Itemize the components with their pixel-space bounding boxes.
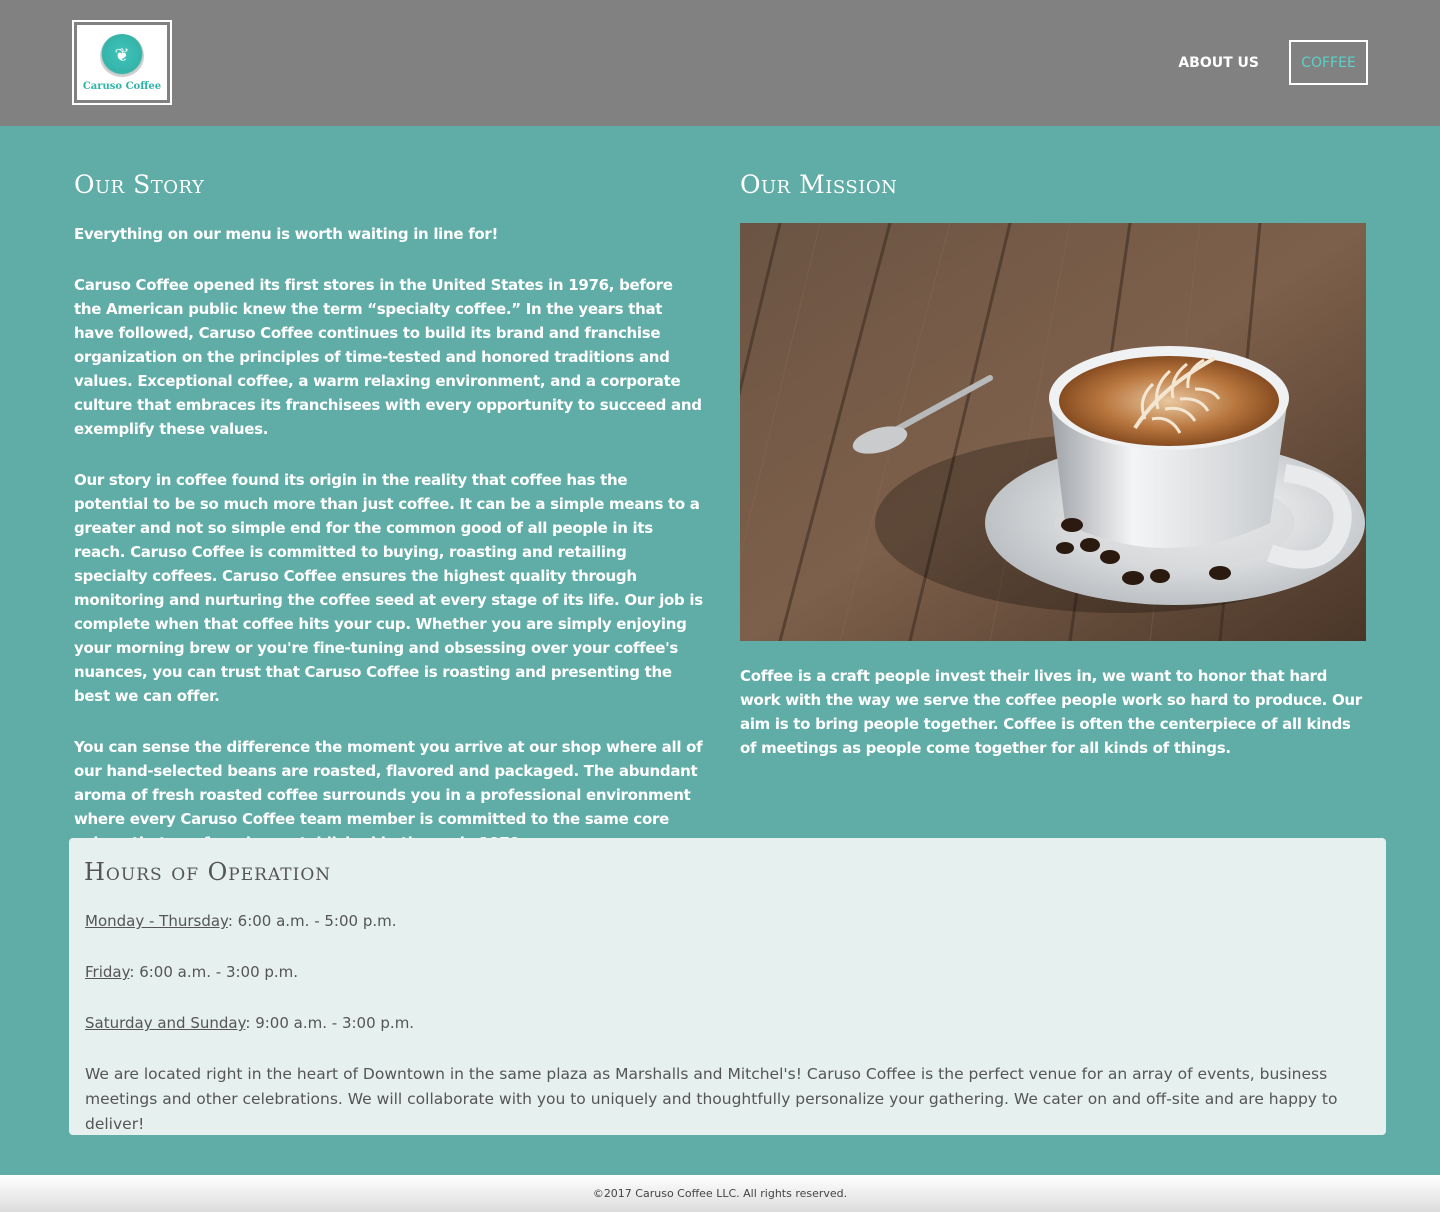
story-paragraph: You can sense the difference the moment … [74,738,703,852]
story-paragraph: Our story in coffee found its origin in … [74,471,703,705]
story-heading: Our Story [74,170,205,199]
hours-day: Friday [85,963,130,981]
hours-day: Monday - Thursday [85,912,228,930]
site-logo[interactable]: ❦ Caruso Coffee [72,20,172,105]
coffee-cup-image [740,223,1366,641]
hours-row: Monday - Thursday: 6:00 a.m. - 5:00 p.m. [85,909,1370,933]
hours-day: Saturday and Sunday [85,1014,246,1032]
hours-time: : 9:00 a.m. - 3:00 p.m. [245,1014,415,1032]
logo-badge: ❦ Caruso Coffee [77,25,167,100]
main-nav: ABOUT US COFFEE [1178,40,1368,85]
nav-coffee[interactable]: COFFEE [1289,40,1368,85]
mission-section: Coffee is a craft people invest their li… [740,223,1366,760]
hours-time: : 6:00 a.m. - 3:00 p.m. [129,963,299,981]
nav-about-us[interactable]: ABOUT US [1178,55,1259,71]
site-footer: ©2017 Caruso Coffee LLC. All rights rese… [0,1175,1440,1212]
plant-icon: ❦ [100,33,144,78]
location-note: We are located right in the heart of Dow… [85,1065,1338,1133]
story-paragraph: Everything on our menu is worth waiting … [74,225,499,243]
hours-time: : 6:00 a.m. - 5:00 p.m. [227,912,397,930]
hours-heading: Hours of Operation [84,858,332,886]
story-paragraph: Caruso Coffee opened its first stores in… [74,276,702,438]
mission-paragraph: Coffee is a craft people invest their li… [740,667,1362,757]
site-header: ❦ Caruso Coffee ABOUT US COFFEE [0,0,1440,126]
logo-text: Caruso Coffee [82,80,162,92]
mission-heading: Our Mission [740,170,898,199]
hours-panel: Hours of Operation Monday - Thursday: 6:… [69,838,1386,1135]
copyright-text: ©2017 Caruso Coffee LLC. All rights rese… [592,1187,848,1200]
hours-row: Friday: 6:00 a.m. - 3:00 p.m. [85,960,1370,984]
hours-row: Saturday and Sunday: 9:00 a.m. - 3:00 p.… [85,1011,1370,1035]
story-section: Everything on our menu is worth waiting … [74,222,704,882]
